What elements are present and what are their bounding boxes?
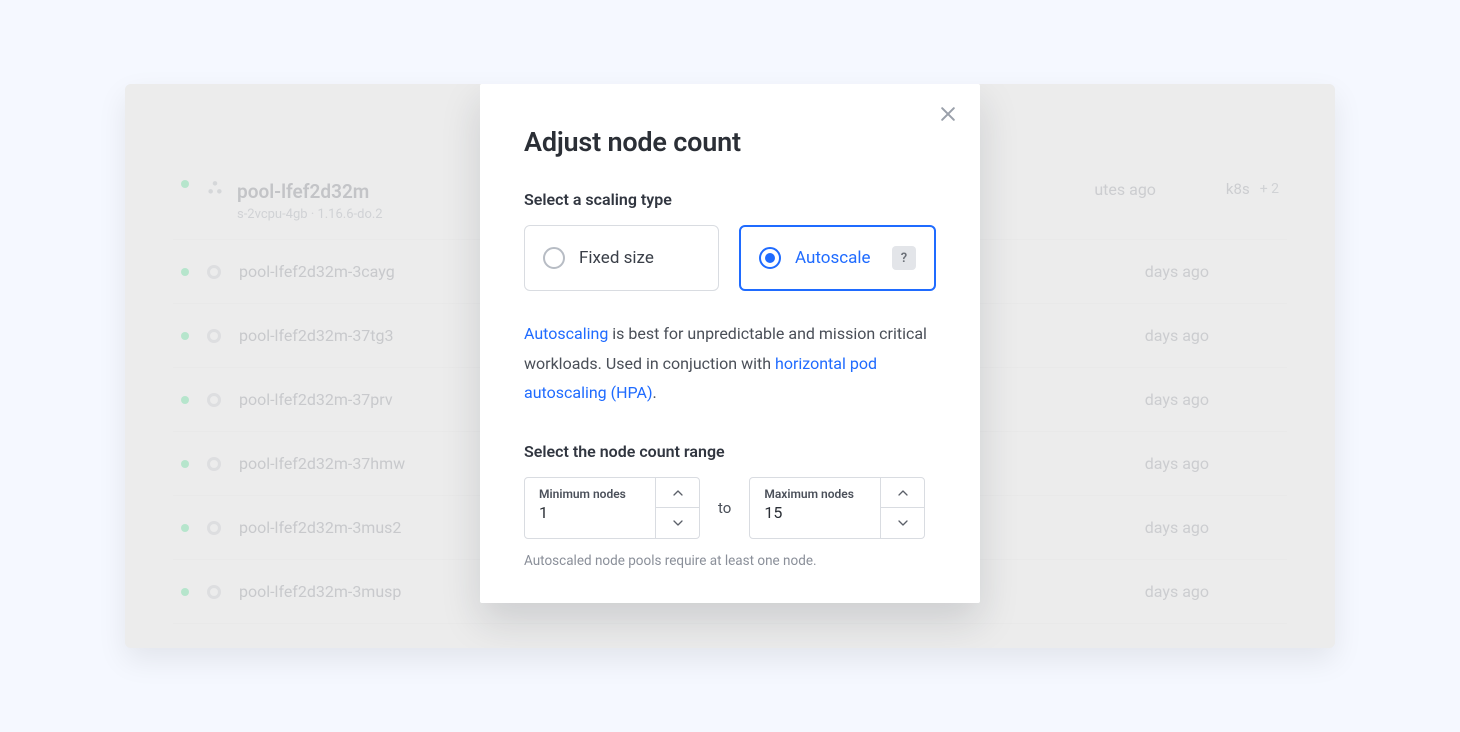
radio-checked-icon bbox=[759, 247, 781, 269]
scaling-description: Autoscaling is best for unpredictable an… bbox=[524, 319, 936, 408]
range-to-label: to bbox=[718, 499, 731, 517]
range-helper-text: Autoscaled node pools require at least o… bbox=[524, 553, 936, 569]
panel-background: pool-lfef2d32m s-2vcpu-4gb · 1.16.6-do.2… bbox=[125, 84, 1335, 648]
close-icon bbox=[938, 104, 958, 124]
min-nodes-decrement[interactable] bbox=[656, 508, 699, 538]
radio-unchecked-icon bbox=[543, 247, 565, 269]
scaling-type-options: Fixed size Autoscale ? bbox=[524, 225, 936, 291]
min-nodes-input[interactable] bbox=[539, 503, 641, 522]
max-nodes-decrement[interactable] bbox=[881, 508, 924, 538]
node-count-range: Minimum nodes to Maximum nodes bbox=[524, 477, 936, 539]
minimum-nodes-stepper: Minimum nodes bbox=[524, 477, 700, 539]
chevron-up-icon bbox=[897, 487, 909, 499]
min-nodes-increment[interactable] bbox=[656, 478, 699, 509]
scaling-type-label: Select a scaling type bbox=[524, 190, 936, 209]
max-nodes-label: Maximum nodes bbox=[764, 487, 866, 501]
min-nodes-label: Minimum nodes bbox=[539, 487, 641, 501]
autoscale-option[interactable]: Autoscale ? bbox=[739, 225, 936, 291]
modal-title: Adjust node count bbox=[524, 126, 936, 158]
autoscaling-link[interactable]: Autoscaling bbox=[524, 324, 608, 343]
option-label: Autoscale bbox=[795, 248, 871, 268]
max-nodes-increment[interactable] bbox=[881, 478, 924, 509]
maximum-nodes-stepper: Maximum nodes bbox=[749, 477, 925, 539]
adjust-node-count-modal: Adjust node count Select a scaling type … bbox=[480, 84, 980, 603]
help-button[interactable]: ? bbox=[892, 246, 916, 270]
chevron-down-icon bbox=[672, 517, 684, 529]
option-label: Fixed size bbox=[579, 248, 654, 268]
chevron-down-icon bbox=[897, 517, 909, 529]
max-nodes-input[interactable] bbox=[764, 503, 866, 522]
chevron-up-icon bbox=[672, 487, 684, 499]
close-button[interactable] bbox=[938, 104, 958, 124]
fixed-size-option[interactable]: Fixed size bbox=[524, 225, 719, 291]
node-range-label: Select the node count range bbox=[524, 442, 936, 461]
